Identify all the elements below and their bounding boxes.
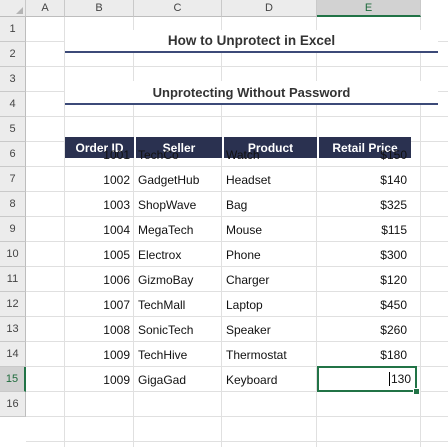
seller-cell[interactable]: MegaTech	[134, 217, 222, 242]
seller-cell[interactable]: TechHive	[134, 342, 222, 367]
product-cell[interactable]: Keyboard	[222, 367, 317, 392]
row-header-1[interactable]: 1	[0, 17, 26, 42]
product-cell[interactable]: Speaker	[222, 317, 317, 342]
row-header-16[interactable]: 16	[0, 392, 26, 417]
section-subtitle[interactable]: Unprotecting Without Password	[65, 81, 438, 105]
order-id-cell[interactable]: 1006	[65, 267, 134, 292]
order-id-cell[interactable]: 1008	[65, 317, 134, 342]
retail-price-cell[interactable]: $140	[317, 167, 411, 192]
active-cell-editor[interactable]: 130	[317, 366, 417, 392]
row-header-10[interactable]: 10	[0, 242, 26, 267]
retail-price-cell[interactable]: $300	[317, 242, 411, 267]
retail-price-cell[interactable]: $180	[317, 342, 411, 367]
row-header-15[interactable]: 15	[0, 367, 26, 392]
gridline-horizontal	[26, 66, 448, 67]
active-cell-value: 130	[390, 372, 411, 386]
retail-price-cell[interactable]: $150	[317, 142, 411, 167]
gridline-horizontal	[26, 416, 448, 417]
product-cell[interactable]: Headset	[222, 167, 317, 192]
cell-grid[interactable]: How to Unprotect in Excel Unprotecting W…	[26, 17, 448, 447]
column-header-e[interactable]: E	[317, 0, 421, 17]
retail-price-cell[interactable]: $115	[317, 217, 411, 242]
order-id-cell[interactable]: 1005	[65, 242, 134, 267]
text-cursor-icon	[388, 372, 390, 386]
seller-cell[interactable]: GadgetHub	[134, 167, 222, 192]
order-id-cell[interactable]: 1009	[65, 367, 134, 392]
order-id-cell[interactable]: 1009	[65, 342, 134, 367]
order-id-cell[interactable]: 1002	[65, 167, 134, 192]
row-header-3[interactable]: 3	[0, 67, 26, 92]
column-header-a[interactable]: A	[26, 0, 65, 17]
column-header-b[interactable]: B	[65, 0, 134, 17]
product-cell[interactable]: Phone	[222, 242, 317, 267]
row-header-8[interactable]: 8	[0, 192, 26, 217]
seller-cell[interactable]: TechMall	[134, 292, 222, 317]
row-header-13[interactable]: 13	[0, 317, 26, 342]
row-header-2[interactable]: 2	[0, 42, 26, 67]
product-cell[interactable]: Charger	[222, 267, 317, 292]
gridline-horizontal	[26, 116, 448, 117]
sheet-title[interactable]: How to Unprotect in Excel	[65, 30, 438, 53]
retail-price-cell[interactable]: $450	[317, 292, 411, 317]
order-id-cell[interactable]: 1004	[65, 217, 134, 242]
seller-cell[interactable]: SonicTech	[134, 317, 222, 342]
seller-cell[interactable]: Electrox	[134, 242, 222, 267]
column-header-d[interactable]: D	[222, 0, 317, 17]
order-id-cell[interactable]: 1001	[65, 142, 134, 167]
row-header-4[interactable]: 4	[0, 92, 26, 117]
order-id-cell[interactable]: 1003	[65, 192, 134, 217]
retail-price-cell[interactable]: $120	[317, 267, 411, 292]
product-cell[interactable]: Thermostat	[222, 342, 317, 367]
seller-cell[interactable]: TechCo	[134, 142, 222, 167]
row-header-7[interactable]: 7	[0, 167, 26, 192]
row-header-11[interactable]: 11	[0, 267, 26, 292]
product-cell[interactable]: Watch	[222, 142, 317, 167]
spreadsheet: ABCDE 1 2 3 4 5 6 7 8 9 10 11 12 13 14 15 16 How to Unp…	[0, 0, 448, 447]
select-all-triangle-icon	[16, 7, 23, 14]
retail-price-cell[interactable]: $260	[317, 317, 411, 342]
select-all-corner[interactable]	[0, 0, 26, 17]
product-cell[interactable]: Bag	[222, 192, 317, 217]
gridline-horizontal	[26, 441, 448, 442]
product-cell[interactable]: Laptop	[222, 292, 317, 317]
fill-handle[interactable]	[413, 388, 420, 395]
product-cell[interactable]: Mouse	[222, 217, 317, 242]
retail-price-cell[interactable]: $325	[317, 192, 411, 217]
row-header-5[interactable]: 5	[0, 117, 26, 142]
seller-cell[interactable]: GigaGad	[134, 367, 222, 392]
seller-cell[interactable]: GizmoBay	[134, 267, 222, 292]
column-header-c[interactable]: C	[134, 0, 222, 17]
order-id-cell[interactable]: 1007	[65, 292, 134, 317]
row-header-12[interactable]: 12	[0, 292, 26, 317]
row-header-14[interactable]: 14	[0, 342, 26, 367]
row-header-9[interactable]: 9	[0, 217, 26, 242]
row-header-6[interactable]: 6	[0, 142, 26, 167]
seller-cell[interactable]: ShopWave	[134, 192, 222, 217]
